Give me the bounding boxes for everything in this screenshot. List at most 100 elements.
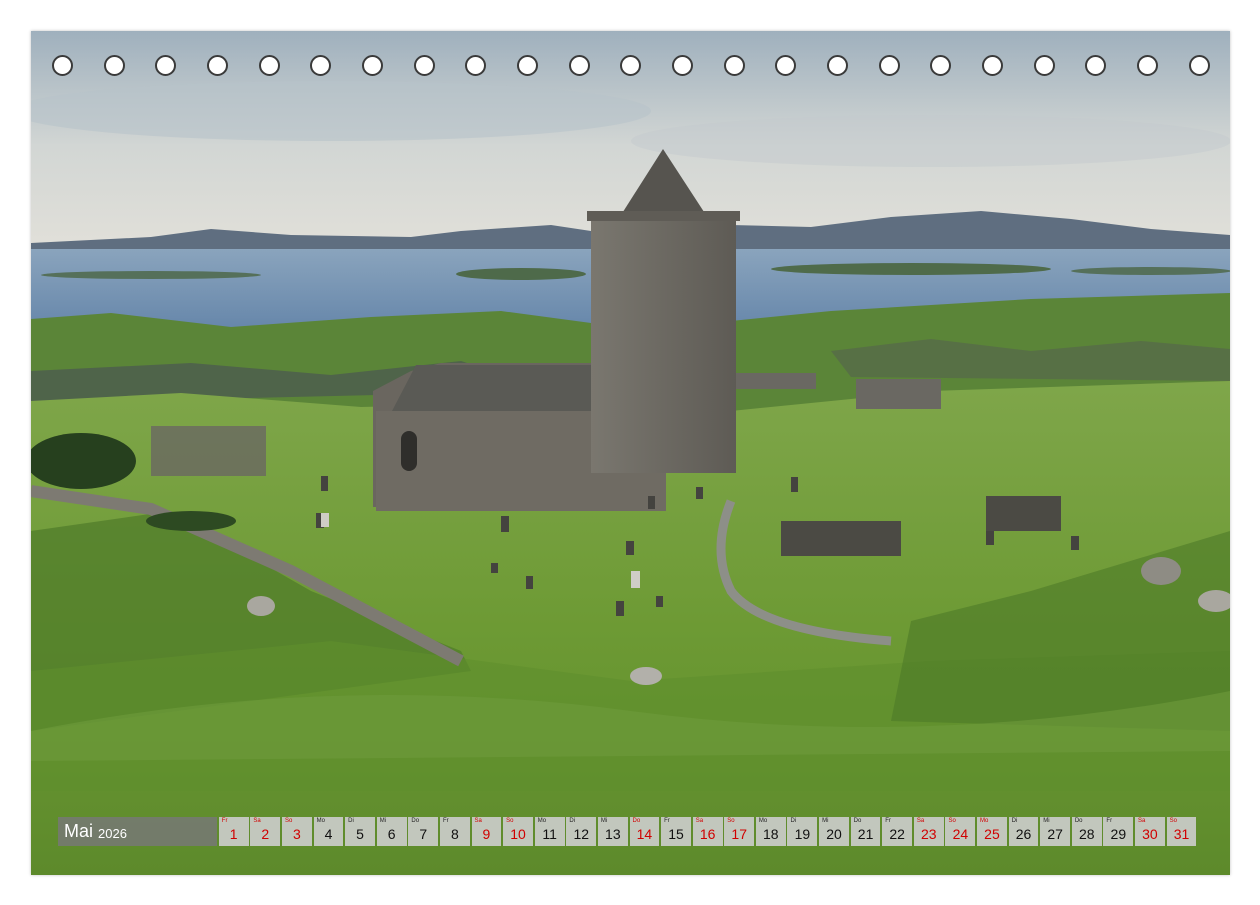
day-number: 2: [261, 826, 270, 842]
day-number: 6: [387, 826, 396, 842]
day-abbr: Fr: [885, 818, 891, 824]
day-number: 19: [794, 826, 811, 842]
day-number: 12: [573, 826, 590, 842]
day-cell: Mi 20: [819, 817, 849, 846]
binding-hole: [155, 55, 177, 76]
day-number: 29: [1110, 826, 1127, 842]
day-abbr: Do: [853, 818, 862, 824]
day-cell: Mi 27: [1040, 817, 1071, 846]
calendar-page: Mai 2026 Fr 1 Sa 2 So 3 Mo 4 Di 5 Mi 6 Do 7 Fr 8 Sa 9 So 10…: [31, 31, 1230, 875]
day-abbr: So: [1169, 818, 1177, 824]
day-abbr: Do: [411, 818, 420, 824]
day-abbr: Mi: [822, 818, 829, 824]
day-number: 24: [952, 826, 969, 842]
day-abbr: Di: [790, 818, 797, 824]
day-number: 5: [356, 826, 364, 842]
day-cell: Mo 25: [977, 817, 1007, 846]
day-abbr: Di: [348, 818, 354, 824]
day-cell: So 17: [724, 817, 755, 846]
day-cell: Sa 9: [471, 817, 502, 846]
day-cell: Sa 30: [1135, 817, 1165, 846]
binding-hole: [465, 55, 487, 76]
year: 2026: [98, 825, 127, 841]
binding-hole: [1137, 55, 1159, 76]
binding-hole: [1033, 55, 1055, 76]
day-cell: Sa 2: [250, 817, 281, 846]
binding-hole: [258, 55, 280, 76]
day-abbr: Fr: [1106, 818, 1113, 824]
day-number: 26: [1015, 826, 1032, 842]
day-abbr: Mo: [980, 818, 989, 824]
month-label: Mai 2026: [58, 817, 217, 846]
day-number: 14: [636, 826, 653, 842]
day-cell: Di 12: [566, 817, 597, 846]
day-cell: Sa 23: [913, 817, 944, 846]
month-name: Mai: [64, 821, 94, 841]
day-cell: Do 21: [850, 817, 881, 846]
binding-hole: [103, 55, 125, 76]
day-cell: Di 26: [1008, 817, 1039, 846]
day-number: 8: [450, 826, 459, 842]
day-cell: Mo 18: [755, 817, 786, 846]
day-cell: Fr 1: [218, 817, 249, 846]
binding-hole: [1085, 55, 1107, 76]
binding-hole: [930, 55, 952, 76]
day-abbr: Sa: [1138, 818, 1146, 824]
day-cell: Fr 8: [439, 817, 470, 846]
day-number: 27: [1047, 826, 1063, 842]
day-abbr: Fr: [221, 818, 228, 824]
binding-hole: [310, 55, 332, 76]
day-abbr: Mo: [316, 818, 325, 824]
day-number: 23: [920, 826, 937, 842]
day-cell: Mo 4: [313, 817, 344, 846]
day-number: 21: [857, 826, 874, 842]
day-number: 30: [1142, 826, 1158, 842]
day-cell: Di 5: [345, 817, 375, 846]
day-cell: Fr 15: [661, 817, 691, 846]
day-number: 17: [731, 826, 747, 842]
day-abbr: Mo: [758, 818, 768, 824]
day-abbr: So: [506, 818, 514, 824]
day-number: 10: [510, 826, 526, 842]
day-abbr: Mo: [537, 818, 547, 824]
day-number: 31: [1173, 826, 1190, 842]
day-abbr: Sa: [695, 818, 704, 824]
day-abbr: Sa: [253, 818, 261, 824]
day-abbr: Sa: [474, 818, 482, 824]
day-cell: Fr 22: [882, 817, 913, 846]
binding-hole: [568, 55, 590, 76]
binding-hole: [517, 55, 539, 76]
day-abbr: Do: [632, 818, 641, 824]
binding-hole: [982, 55, 1004, 76]
day-cell: Do 14: [629, 817, 660, 846]
day-abbr: So: [948, 818, 956, 824]
day-number: 20: [826, 826, 842, 842]
day-cell: Mi 13: [597, 817, 628, 846]
day-cell: So 31: [1166, 817, 1197, 846]
binding-hole: [672, 55, 694, 76]
binding-hole: [775, 55, 797, 76]
day-abbr: So: [284, 818, 293, 824]
day-abbr: Mi: [379, 818, 387, 824]
binding-hole: [1188, 55, 1210, 76]
day-abbr: Di: [1011, 818, 1018, 824]
day-abbr: Do: [1074, 818, 1083, 824]
binding-hole: [723, 55, 745, 76]
day-cell: Fr 29: [1103, 817, 1134, 846]
day-cell: Mo 11: [534, 817, 565, 846]
binding-hole: [52, 55, 73, 76]
day-number: 28: [1078, 826, 1095, 842]
day-cell: So 24: [945, 817, 976, 846]
day-number: 7: [419, 826, 428, 842]
day-abbr: Fr: [664, 818, 670, 824]
day-abbr: Mi: [600, 818, 608, 824]
day-number: 18: [763, 826, 779, 842]
day-cell: Do 28: [1071, 817, 1102, 846]
day-abbr: Sa: [916, 818, 925, 824]
day-cell: So 10: [503, 817, 533, 846]
day-number: 22: [889, 826, 905, 842]
day-number: 3: [292, 826, 301, 842]
binding-hole: [878, 55, 900, 76]
day-number: 11: [542, 826, 557, 842]
day-abbr: So: [727, 818, 735, 824]
